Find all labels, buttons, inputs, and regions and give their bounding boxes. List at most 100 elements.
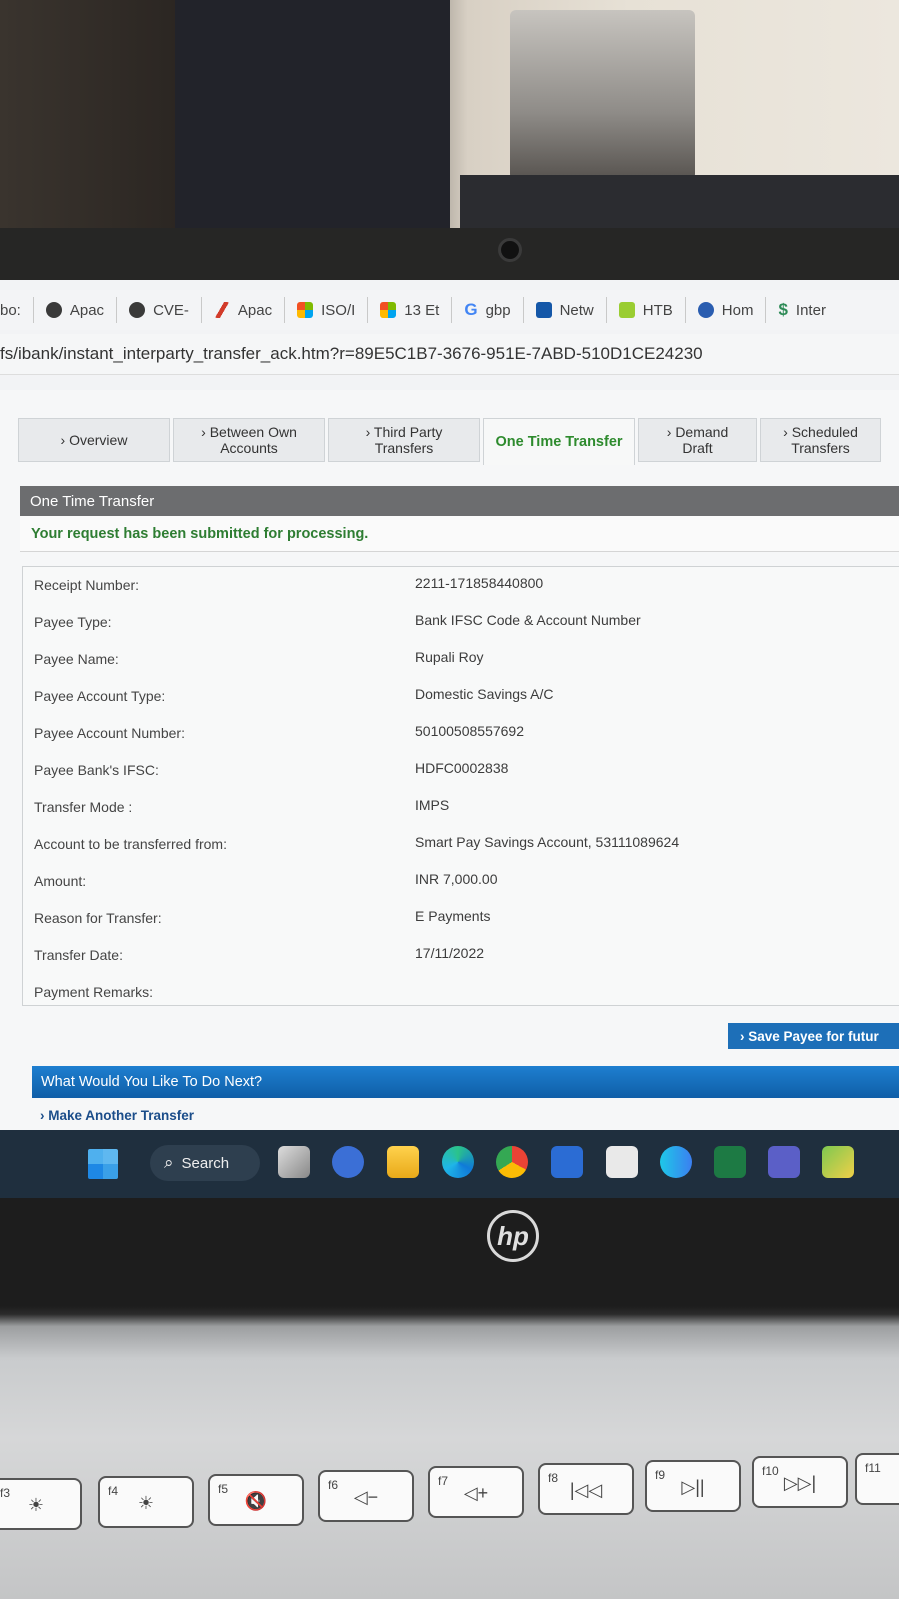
volume-down-icon: ◁− <box>353 1487 379 1507</box>
detail-value: Bank IFSC Code & Account Number <box>415 612 641 628</box>
task-view-icon[interactable] <box>278 1146 310 1178</box>
windows-taskbar: ⌕ Search <box>0 1130 899 1198</box>
detail-label: Reason for Transfer: <box>34 910 162 926</box>
bookmark-item[interactable]: $ Inter <box>766 297 837 323</box>
detail-label: Payee Bank's IFSC: <box>34 762 159 778</box>
tab-scheduled-transfers[interactable]: › Scheduled Transfers <box>760 418 881 462</box>
make-another-transfer-link[interactable]: › Make Another Transfer <box>40 1108 194 1123</box>
detail-value: INR 7,000.00 <box>415 871 498 887</box>
teams-icon[interactable] <box>768 1146 800 1178</box>
word-icon[interactable] <box>551 1146 583 1178</box>
bookmark-item[interactable]: HTB <box>607 297 686 323</box>
bookmark-label: Inter <box>795 301 826 319</box>
key-f9[interactable]: f9 ▷|| <box>645 1460 741 1512</box>
bookmark-item[interactable]: G gbp <box>452 297 524 323</box>
bookmark-item[interactable]: Apac <box>34 297 118 323</box>
bookmark-item[interactable]: Hom <box>686 297 767 323</box>
bookmark-item[interactable]: ISO/I <box>285 297 369 323</box>
tab-label: › Demand Draft <box>666 424 729 456</box>
webex-icon[interactable] <box>660 1146 692 1178</box>
detail-value: 50100508557692 <box>415 723 525 739</box>
panel-title-text: One Time Transfer <box>30 492 155 510</box>
key-fn-label: f11 <box>865 1461 881 1475</box>
transfer-tabs: › Overview › Between Own Accounts › Thir… <box>18 418 899 465</box>
key-f7[interactable]: f7 ◁+ <box>428 1466 524 1518</box>
snipping-tool-icon[interactable] <box>606 1146 638 1178</box>
tab-overview[interactable]: › Overview <box>18 418 170 462</box>
bookmark-item[interactable]: 13 Et <box>368 297 453 323</box>
bookmark-label: 13 Et <box>404 301 440 319</box>
detail-label: Account to be transferred from: <box>34 836 227 852</box>
google-icon: G <box>464 300 478 319</box>
key-f5[interactable]: f5 🔇 <box>208 1474 304 1526</box>
search-icon: ⌕ <box>164 1153 174 1172</box>
excel-icon[interactable] <box>714 1146 746 1178</box>
detail-label: Payee Account Type: <box>34 688 166 704</box>
detail-value: IMPS <box>415 797 450 813</box>
webcam-icon <box>498 238 522 262</box>
key-f10[interactable]: f10 ▷▷| <box>752 1456 848 1508</box>
detail-row: Payee Account Type: Domestic Savings A/C <box>23 678 883 714</box>
search-label: Search <box>181 1154 230 1172</box>
bookmark-item[interactable]: CVE- <box>117 297 202 323</box>
bookmark-item[interactable]: bo: <box>0 297 34 323</box>
file-explorer-icon[interactable] <box>387 1146 419 1178</box>
brightness-down-icon: ☀ <box>27 1495 45 1515</box>
key-f4[interactable]: f4 ☀ <box>98 1476 194 1528</box>
bank-page: › Overview › Between Own Accounts › Thir… <box>0 390 899 1130</box>
save-payee-button[interactable]: › Save Payee for futur <box>728 1023 899 1049</box>
dollar-icon: $ <box>778 300 788 319</box>
success-message-text: Your request has been submitted for proc… <box>31 525 369 542</box>
bookmark-label: bo: <box>0 301 21 319</box>
tab-third-party-transfers[interactable]: › Third Party Transfers <box>328 418 480 462</box>
key-f11[interactable]: f11 <box>855 1453 899 1505</box>
tab-label: One Time Transfer <box>495 434 623 450</box>
detail-value: E Payments <box>415 908 491 924</box>
play-pause-icon: ▷|| <box>681 1477 705 1497</box>
key-f6[interactable]: f6 ◁− <box>318 1470 414 1522</box>
detail-value: Rupali Roy <box>415 649 484 665</box>
taskbar-search[interactable]: ⌕ Search <box>150 1145 260 1181</box>
bookmark-item[interactable]: Netw <box>524 297 607 323</box>
detail-label: Payee Name: <box>34 651 119 667</box>
laptop-bezel <box>0 228 899 280</box>
tab-demand-draft[interactable]: › Demand Draft <box>638 418 757 462</box>
edge-icon[interactable] <box>442 1146 474 1178</box>
tab-label: › Third Party Transfers <box>365 424 443 456</box>
bookmark-item[interactable]: Apac <box>202 297 286 323</box>
play-icon <box>535 302 552 318</box>
chrome-icon[interactable] <box>496 1146 528 1178</box>
detail-label: Transfer Date: <box>34 947 123 963</box>
key-f3[interactable]: f3 ☀ <box>0 1478 82 1530</box>
laptop-screen: bo: Apac CVE- Apac ISO/I 13 Et G gbp Net <box>0 280 899 1198</box>
tab-one-time-transfer[interactable]: One Time Transfer <box>483 418 635 465</box>
paint-icon[interactable] <box>822 1146 854 1178</box>
bookmark-label: Hom <box>721 301 754 319</box>
hexagon-icon <box>129 302 146 318</box>
tab-between-own-accounts[interactable]: › Between Own Accounts <box>173 418 325 462</box>
detail-value: Smart Pay Savings Account, 53111089624 <box>415 834 680 850</box>
brightness-up-icon: ☀ <box>137 1493 155 1513</box>
key-f8[interactable]: f8 |◁◁ <box>538 1463 634 1515</box>
address-bar[interactable]: fs/ibank/instant_interparty_transfer_ack… <box>0 334 899 375</box>
person-silhouette <box>175 0 450 235</box>
detail-row: Payee Name: Rupali Roy <box>23 641 883 677</box>
slash-icon <box>213 302 230 318</box>
mute-icon: 🔇 <box>244 1491 268 1511</box>
detail-label: Receipt Number: <box>34 577 140 593</box>
detail-label: Payee Account Number: <box>34 725 185 741</box>
monitor-back <box>460 175 899 235</box>
hp-logo: hp <box>487 1210 539 1262</box>
laptop-body: hp f3 ☀ f4 ☀ f5 🔇 f6 ◁− f7 ◁+ f8 |◁◁ f9 ▷|| f10… <box>0 1198 899 1599</box>
microsoft-icon <box>380 302 397 318</box>
bookmark-label: gbp <box>485 301 511 319</box>
meet-icon[interactable] <box>332 1146 364 1178</box>
windows-start-icon[interactable] <box>88 1149 118 1179</box>
volume-up-icon: ◁+ <box>463 1483 489 1503</box>
url-text: fs/ibank/instant_interparty_transfer_ack… <box>0 344 703 363</box>
hp-logo-text: hp <box>497 1220 529 1251</box>
background-photo <box>0 0 899 235</box>
make-another-transfer-label: › Make Another Transfer <box>40 1108 195 1123</box>
next-steps-title: What Would You Like To Do Next? <box>41 1074 263 1090</box>
detail-row: Transfer Mode : IMPS <box>23 789 883 825</box>
